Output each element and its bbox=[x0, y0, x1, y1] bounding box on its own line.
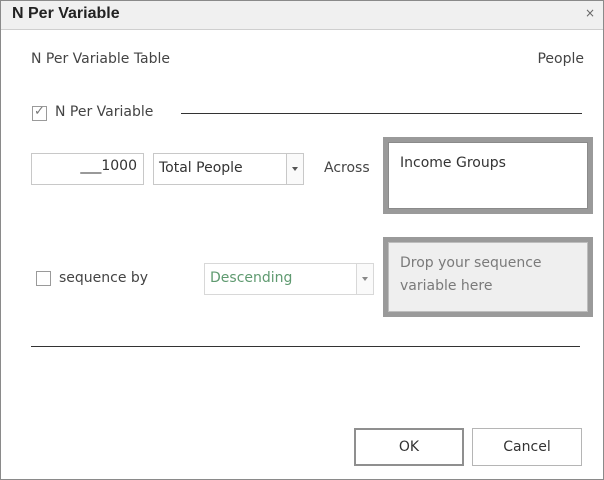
people-label: People bbox=[537, 51, 584, 67]
sequence-drop-placeholder: Drop your sequence variable here bbox=[388, 242, 588, 312]
n-per-variable-checkbox[interactable]: ✓ bbox=[32, 104, 47, 121]
across-variable-value: Income Groups bbox=[388, 142, 588, 209]
sequence-order-select[interactable]: Descending bbox=[204, 263, 374, 295]
measure-select-value: Total People bbox=[159, 160, 243, 176]
title-bar: N Per Variable × bbox=[1, 1, 603, 30]
ok-button[interactable]: OK bbox=[354, 428, 464, 466]
chevron-down-icon bbox=[292, 167, 298, 171]
cancel-button[interactable]: Cancel bbox=[472, 428, 582, 466]
n-per-variable-label: N Per Variable bbox=[55, 104, 154, 120]
dialog-title: N Per Variable bbox=[12, 5, 120, 22]
measure-select[interactable]: Total People bbox=[153, 153, 304, 185]
section-divider-top bbox=[181, 113, 582, 114]
n-per-variable-dialog: N Per Variable × N Per Variable Table Pe… bbox=[0, 0, 604, 480]
sequence-order-dropdown[interactable] bbox=[356, 264, 373, 294]
sequence-variable-dropzone[interactable]: Drop your sequence variable here bbox=[383, 237, 593, 317]
measure-select-dropdown[interactable] bbox=[286, 154, 303, 184]
chevron-down-icon bbox=[362, 277, 368, 281]
across-variable-dropzone[interactable]: Income Groups bbox=[383, 137, 593, 214]
checkmark-icon: ✓ bbox=[34, 104, 45, 119]
count-input[interactable]: ___1000 bbox=[31, 153, 144, 185]
table-label: N Per Variable Table bbox=[31, 51, 171, 67]
sequence-checkbox[interactable] bbox=[36, 271, 51, 286]
sequence-order-value: Descending bbox=[210, 270, 293, 286]
across-label: Across bbox=[324, 160, 370, 176]
section-divider-bottom bbox=[31, 346, 580, 347]
sequence-label: sequence by bbox=[59, 270, 149, 286]
close-icon[interactable]: × bbox=[585, 7, 595, 19]
